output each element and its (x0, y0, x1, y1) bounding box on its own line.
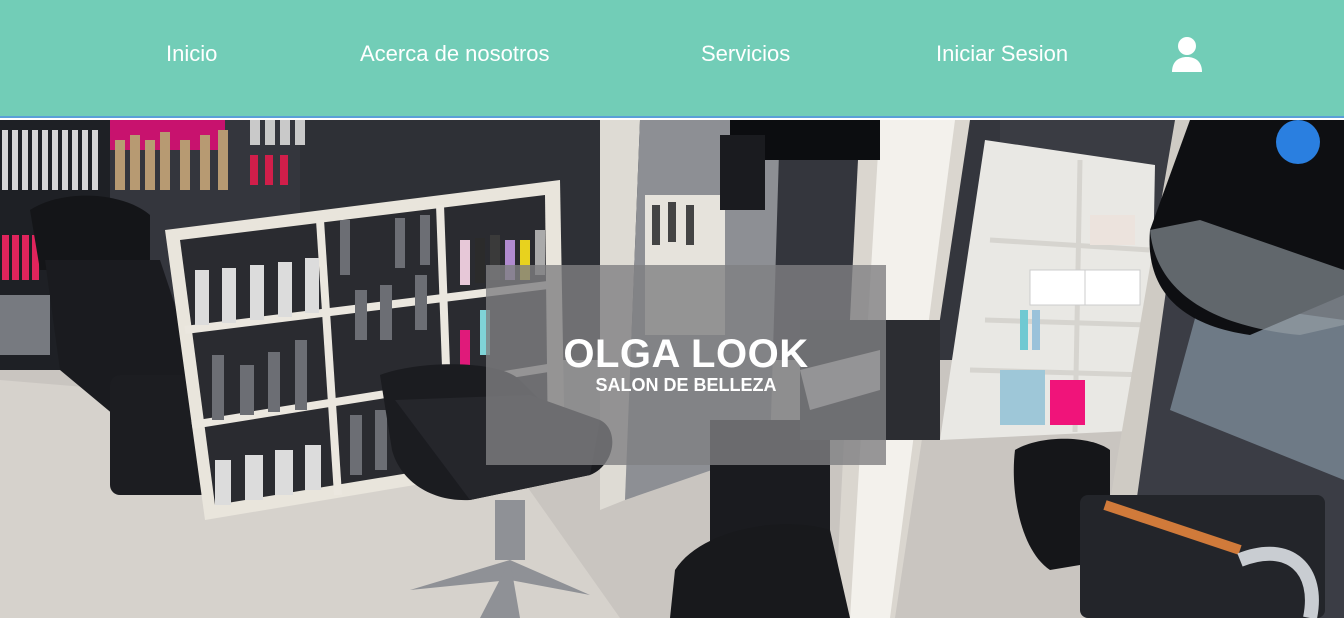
user-icon[interactable] (1170, 36, 1204, 74)
nav-link-servicios[interactable]: Servicios (701, 40, 790, 68)
hero-subtitle: SALON DE BELLEZA (595, 375, 777, 395)
main-navbar: Inicio Acerca de nosotros Servicios Inic… (0, 0, 1344, 118)
hero-title: OLGA LOOK (563, 332, 809, 376)
nav-link-inicio[interactable]: Inicio (166, 40, 217, 68)
hero-title-box: OLGA LOOK SALON DE BELLEZA (486, 265, 886, 465)
hero-banner: OLGA LOOK SALON DE BELLEZA (0, 120, 1344, 618)
nav-link-iniciar-sesion[interactable]: Iniciar Sesion (936, 40, 1068, 68)
nav-link-acerca[interactable]: Acerca de nosotros (360, 40, 550, 68)
